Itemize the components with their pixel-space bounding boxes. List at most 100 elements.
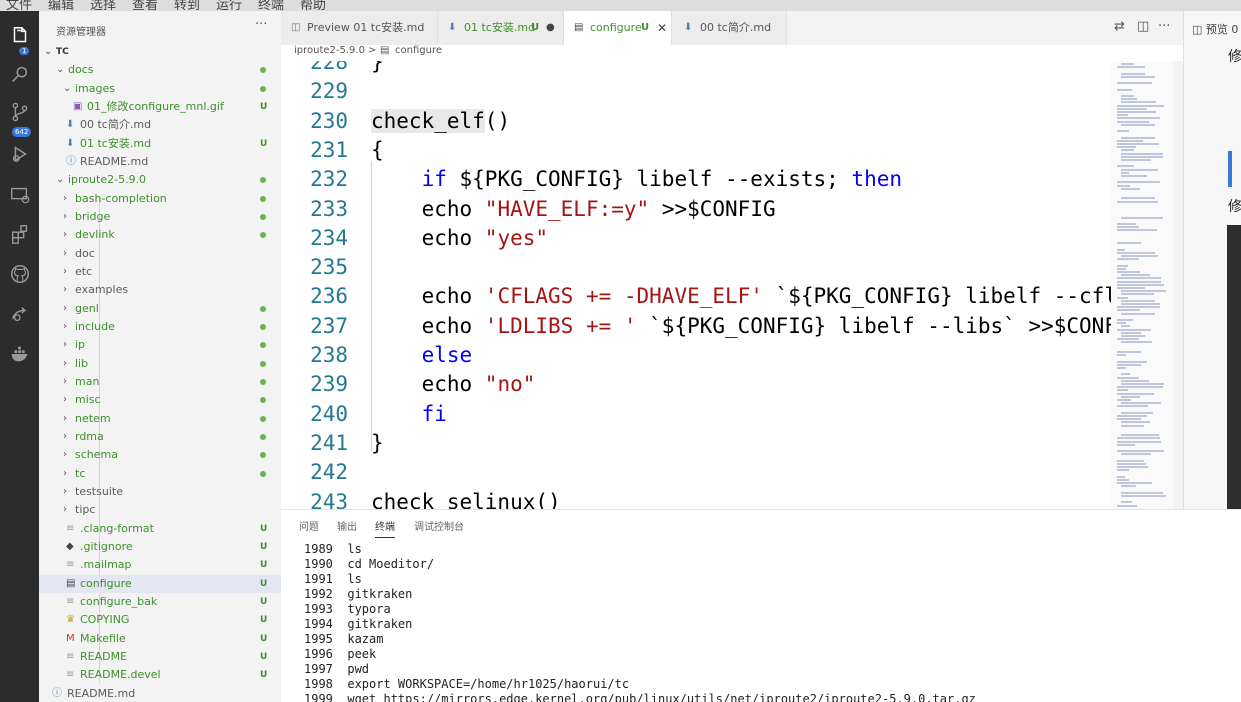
keyword-token: if [421,167,447,192]
minimap-line [1121,495,1166,497]
tree-item[interactable]: › bridge [39,208,281,226]
minimap-line [1121,434,1160,437]
preview-icon: ◫ [291,22,301,33]
tree-item[interactable]: ◆ .gitignore U [39,538,281,556]
tab-tc-intro[interactable]: ⬇ 00 tc简介.md [672,11,787,45]
tab-preview[interactable]: ◫ Preview 01 tc安装.md [281,11,438,45]
menu-run[interactable]: 运行 [216,0,242,11]
tree-item[interactable]: › etc [39,263,281,281]
breadcrumb-folder[interactable]: iproute2-5.9.0 [294,45,365,56]
tree-item[interactable]: › man [39,373,281,391]
open-changes-icon[interactable]: ⇄ [1114,19,1125,34]
menu-help[interactable]: 帮助 [300,0,326,11]
menu-view[interactable]: 查看 [132,0,158,11]
tree-item[interactable]: › lib [39,355,281,373]
tree-item[interactable]: M Makefile U [39,630,281,648]
tab-problems[interactable]: 问题 [299,518,319,533]
tab-terminal[interactable]: 终端 [375,518,395,538]
tree-item[interactable]: › misc [39,391,281,409]
remote-explorer-icon[interactable] [7,182,32,207]
tree-item-label: etc [75,265,93,278]
split-editor-icon[interactable]: ◫ [1137,19,1149,34]
menu-go[interactable]: 转到 [174,0,200,11]
line-number: 243 [310,489,348,510]
code-line: 234 echo "yes" [281,224,1111,253]
code-editor[interactable]: 228} 229 230 check_elf() 231 {232 if ${PKG_CO… [281,61,1111,509]
menu-file[interactable]: 文件 [6,0,32,11]
tree-item[interactable]: ⬇ 00 tc简介.md [39,116,281,134]
run-debug-icon[interactable] [7,141,32,166]
tree-item[interactable]: ⬇ 01 tc安装.md U [39,135,281,153]
tree-item[interactable]: › bash-completion [39,190,281,208]
source-control-icon[interactable] [7,99,32,124]
menu-selection[interactable]: 选择 [90,0,116,11]
minimap-line [1117,450,1165,453]
preview-tab[interactable]: ◫ 预览 0 [1192,21,1238,37]
explorer-icon[interactable] [7,23,32,48]
tree-item[interactable]: › doc [39,245,281,263]
tab-tc-install[interactable]: ⬇ 01 tc安装.md U ● [438,11,564,45]
close-icon[interactable]: ✕ [657,11,667,45]
tree-item[interactable]: ≡ .mailmap U [39,556,281,574]
docker-icon[interactable] [7,341,32,366]
tree-item[interactable]: ≡ README U [39,648,281,666]
minimap-line [1121,168,1159,171]
tree-item[interactable]: ▣ 01_修改configure_mnl.gif U [39,98,281,116]
minimap-line [1121,453,1151,456]
modified-dot-icon[interactable]: ● [546,11,555,45]
tree-item[interactable]: ≡ configure_bak U [39,593,281,611]
tree-item[interactable]: › devlink [39,226,281,244]
minimap-line [1117,351,1142,353]
tree-item[interactable]: › testsuite [39,483,281,501]
minimap-line [1117,104,1165,107]
code-token: echo [371,284,485,309]
tree-item[interactable]: ⌄ docs [39,61,281,79]
more-actions-icon[interactable]: ··· [1158,19,1170,34]
tree-item[interactable]: ⓘ README.md [39,685,281,702]
tree-item[interactable]: ⌄ iproute2-5.9.0 [39,171,281,189]
tree-item[interactable]: › netem [39,410,281,428]
file-icon: ≡ [66,651,75,662]
tree-item[interactable]: › tipc [39,501,281,519]
tree-item[interactable]: › include [39,318,281,336]
tree-item[interactable]: › examples [39,281,281,299]
breadcrumb-file[interactable]: configure [395,45,442,56]
tree-item[interactable]: › genl [39,300,281,318]
menu-edit[interactable]: 编辑 [48,0,74,11]
tree-item[interactable]: › ip [39,336,281,354]
minimap-line [1117,463,1146,465]
tree-item[interactable]: ⌄ images [39,80,281,98]
tree-root[interactable]: ⌄ TC [39,43,281,61]
live-share-icon[interactable] [7,301,32,326]
editor-scrollbar[interactable] [1173,61,1183,509]
code-token: echo [371,313,485,338]
tree-item[interactable]: ⓘ README.md [39,153,281,171]
github-icon[interactable] [7,261,32,286]
tree-item[interactable]: › tc [39,465,281,483]
tree-item[interactable]: ≡ README.devel U [39,666,281,684]
tree-item[interactable]: › schema [39,446,281,464]
minimap-line [1117,139,1143,142]
minimap-line [1121,331,1142,334]
git-status-untracked: U [260,634,268,644]
tree-item[interactable]: ▤ configure U [39,575,281,593]
code-token: () [484,108,511,133]
more-actions-icon[interactable]: ··· [255,17,267,32]
tree-item[interactable]: ♛ COPYING U [39,611,281,629]
chevron-right-icon: › [63,303,67,314]
minimap-line [1121,197,1156,200]
extensions-icon[interactable] [7,221,32,246]
search-icon[interactable] [7,61,32,86]
tab-debug-console[interactable]: 调试控制台 [414,518,464,533]
tree-item[interactable]: › rdma [39,428,281,446]
minimap-line [1117,226,1140,229]
tab-configure[interactable]: ▤ configure U ✕ [564,11,672,45]
minimap-line [1121,379,1149,382]
code-text: } [371,61,384,77]
menu-terminal[interactable]: 终端 [258,0,284,11]
minimap-line [1117,328,1152,331]
tab-output[interactable]: 输出 [337,518,357,533]
tree-item[interactable]: ≡ .clang-format U [39,520,281,538]
minimap-line [1117,267,1127,270]
minimap[interactable] [1111,61,1173,509]
